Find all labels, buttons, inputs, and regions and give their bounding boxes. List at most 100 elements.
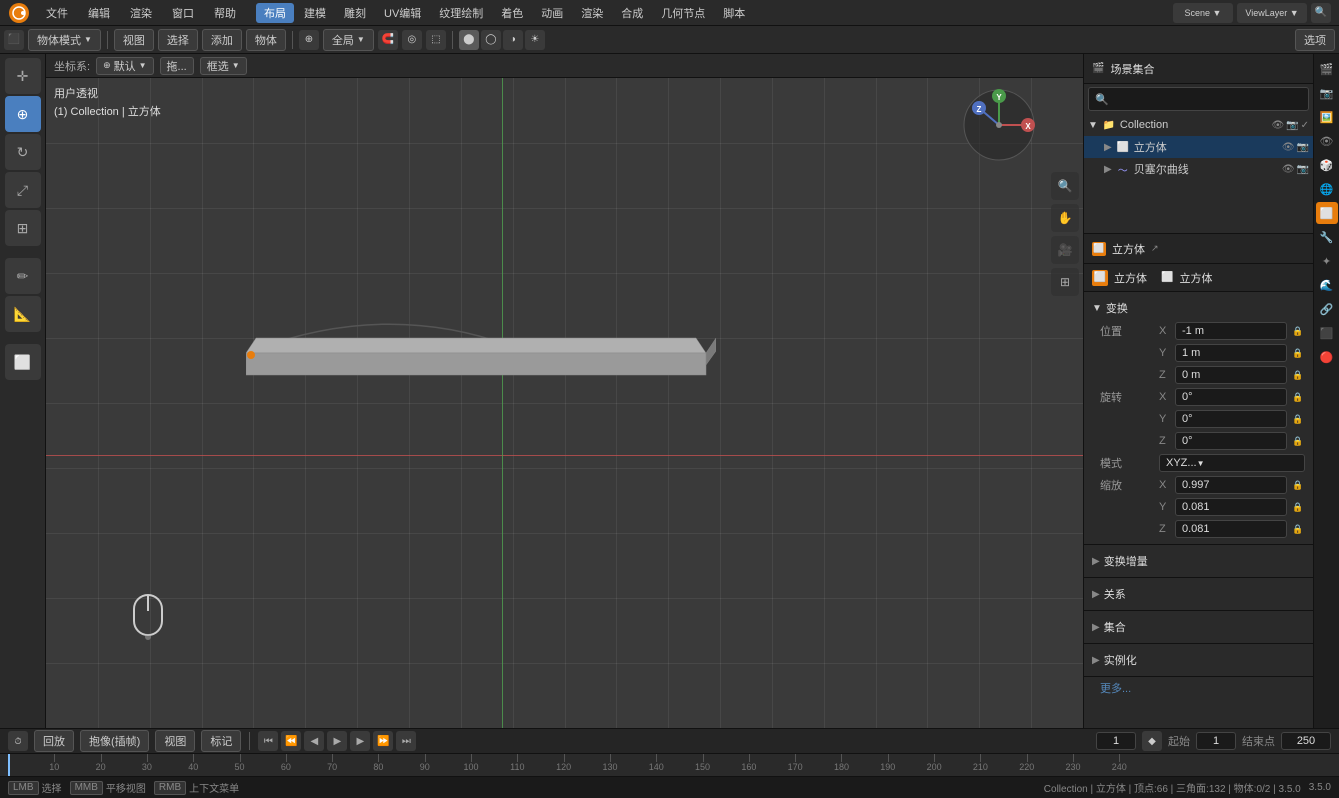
play-btn[interactable]: ▶ (327, 731, 347, 751)
delta-header[interactable]: ▶ 变换增量 (1084, 549, 1313, 573)
end-frame-input[interactable]: 250 (1281, 732, 1331, 750)
move-tool[interactable]: ⊕ (5, 96, 41, 132)
scene-selector[interactable]: Scene ▼ (1173, 3, 1233, 23)
scale-z-input[interactable]: 0.081 (1175, 520, 1287, 538)
loc-z-input[interactable]: 0 m (1175, 366, 1287, 384)
jump-back-btn[interactable]: ⏪ (281, 731, 301, 751)
viewlayer-selector[interactable]: ViewLayer ▼ (1237, 3, 1307, 23)
scene-icon[interactable]: 🎬 (1316, 58, 1338, 80)
world-icon[interactable]: 🌐 (1316, 178, 1338, 200)
modifier-icon[interactable]: 🔧 (1316, 226, 1338, 248)
particle-icon[interactable]: ✦ (1316, 250, 1338, 272)
more-label[interactable]: 更多... (1100, 680, 1131, 696)
loc-x-input[interactable]: -1 m (1175, 322, 1287, 340)
select-menu[interactable]: 选择 (158, 29, 198, 51)
outliner-collection[interactable]: ▼ 📁 Collection 👁 📷 ✓ (1084, 114, 1313, 136)
ortho-tool[interactable]: ⊞ (1051, 268, 1079, 296)
zoom-tool[interactable]: 🔍 (1051, 172, 1079, 200)
cursor-tool[interactable]: ✛ (5, 58, 41, 94)
navigation-gizmo[interactable]: Y X Z (962, 88, 1037, 163)
rot-z-lock[interactable]: 🔒 (1291, 434, 1305, 448)
tab-shading[interactable]: 着色 (493, 3, 531, 23)
material-mode[interactable]: ◑ (503, 30, 523, 50)
wireframe-mode[interactable]: ◯ (481, 30, 501, 50)
jump-start-btn[interactable]: ⏮ (258, 731, 278, 751)
sync-menu[interactable]: 抱像(插帧) (80, 730, 149, 752)
rot-y-input[interactable]: 0° (1175, 410, 1287, 428)
next-frame-btn[interactable]: ▶ (350, 731, 370, 751)
menu-edit[interactable]: 编辑 (80, 3, 118, 23)
rot-x-input[interactable]: 0° (1175, 388, 1287, 406)
tab-geometry-nodes[interactable]: 几何节点 (653, 3, 713, 23)
render-mode[interactable]: ☀ (525, 30, 545, 50)
output-icon[interactable]: 🖼️ (1316, 106, 1338, 128)
loc-y-lock[interactable]: 🔒 (1291, 346, 1305, 360)
scale-x-lock[interactable]: 🔒 (1291, 478, 1305, 492)
jump-end-btn[interactable]: ⏭ (396, 731, 416, 751)
instancing-header[interactable]: ▶ 实例化 (1084, 648, 1313, 672)
visibility-toggle[interactable]: 👁 (1271, 120, 1284, 131)
tab-render[interactable]: 渲染 (573, 3, 611, 23)
object-prop-icon[interactable]: ⬜ (1316, 202, 1338, 224)
tab-animation[interactable]: 动画 (533, 3, 571, 23)
coord-system-dropdown[interactable]: ⊕ 默认 ▼ (96, 57, 153, 75)
add-menu[interactable]: 添加 (202, 29, 242, 51)
solid-mode[interactable]: ⬤ (459, 30, 479, 50)
search-btn[interactable]: 🔍 (1311, 3, 1331, 23)
timeline-editor-type[interactable]: ⏱ (8, 731, 28, 751)
loc-y-input[interactable]: 1 m (1175, 344, 1287, 362)
cube-visibility[interactable]: 👁 (1282, 142, 1295, 153)
transform-header[interactable]: ▼ 变换 (1084, 296, 1313, 320)
tab-scripting[interactable]: 脚本 (715, 3, 753, 23)
bezier-render[interactable]: 📷 (1297, 164, 1309, 175)
object-data-icon[interactable]: ⬛ (1316, 322, 1338, 344)
select-mode[interactable]: 框选 ▼ (200, 57, 247, 75)
tab-uv[interactable]: UV编辑 (376, 3, 429, 23)
outliner-search[interactable]: 🔍 (1088, 87, 1309, 111)
rotate-tool[interactable]: ↻ (5, 134, 41, 170)
mode-selector[interactable]: XYZ... (1159, 454, 1305, 472)
camera-tool[interactable]: 🎥 (1051, 236, 1079, 264)
scale-y-lock[interactable]: 🔒 (1291, 500, 1305, 514)
cube-render[interactable]: 📷 (1297, 142, 1309, 153)
menu-render[interactable]: 渲染 (122, 3, 160, 23)
tab-modeling[interactable]: 建模 (296, 3, 334, 23)
scale-x-input[interactable]: 0.997 (1175, 476, 1287, 494)
material-icon[interactable]: 🔴 (1316, 346, 1338, 368)
view-menu-timeline[interactable]: 视图 (155, 730, 195, 752)
frame-ruler[interactable]: 10 20 30 40 50 60 70 80 90 100 110 120 1… (0, 754, 1339, 776)
drag-mode[interactable]: 拖... (160, 57, 194, 75)
rot-z-input[interactable]: 0° (1175, 432, 1287, 450)
prev-frame-btn[interactable]: ◀ (304, 731, 324, 751)
tab-layout[interactable]: 布局 (256, 3, 294, 23)
marker-menu[interactable]: 标记 (201, 730, 241, 752)
transform-icon[interactable]: ⊕ (299, 30, 319, 50)
playback-menu[interactable]: 回放 (34, 730, 74, 752)
rot-y-lock[interactable]: 🔒 (1291, 412, 1305, 426)
keyframe-icon[interactable]: ◆ (1142, 731, 1162, 751)
viewport[interactable]: 用户透视 (1) Collection | 立方体 (46, 78, 1083, 728)
object-menu[interactable]: 物体 (246, 29, 286, 51)
rot-x-lock[interactable]: 🔒 (1291, 390, 1305, 404)
editor-type-btn[interactable]: ⬛ (4, 30, 24, 50)
tab-compositing[interactable]: 合成 (613, 3, 651, 23)
loc-x-lock[interactable]: 🔒 (1291, 324, 1305, 338)
menu-file[interactable]: 文件 (38, 3, 76, 23)
exclude-toggle[interactable]: ✓ (1301, 120, 1309, 131)
proportional-icon[interactable]: ◎ (402, 30, 422, 50)
global-selector[interactable]: 全局 (323, 29, 374, 51)
mode-selector[interactable]: 物体模式 (28, 29, 101, 51)
relations-header[interactable]: ▶ 关系 (1084, 582, 1313, 606)
scene-prop-icon[interactable]: 🎲 (1316, 154, 1338, 176)
menu-window[interactable]: 窗口 (164, 3, 202, 23)
overlay-icon[interactable]: ⬚ (426, 30, 446, 50)
bezier-visibility[interactable]: 👁 (1282, 164, 1295, 175)
measure-tool[interactable]: 📐 (5, 296, 41, 332)
options-btn[interactable]: 选项 (1295, 29, 1335, 51)
render-toggle[interactable]: 📷 (1286, 120, 1298, 131)
menu-help[interactable]: 帮助 (206, 3, 244, 23)
constraints-icon[interactable]: 🔗 (1316, 298, 1338, 320)
jump-fwd-btn[interactable]: ⏩ (373, 731, 393, 751)
add-primitive-tool[interactable]: ⬜ (5, 344, 41, 380)
view-layer-icon[interactable]: 👁 (1316, 130, 1338, 152)
